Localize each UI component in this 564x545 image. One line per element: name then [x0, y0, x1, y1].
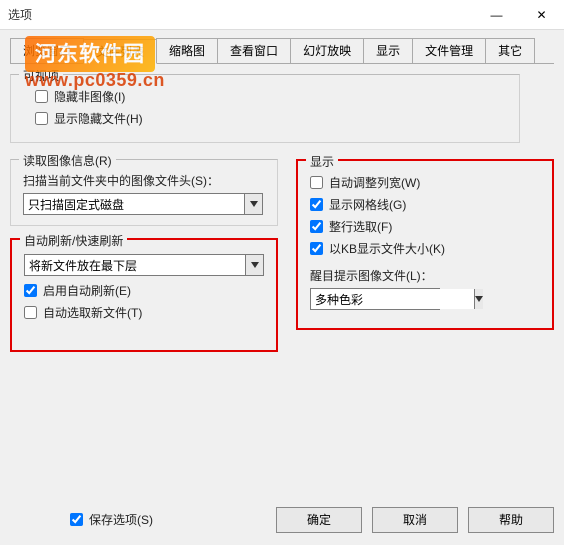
minimize-button[interactable]: — [474, 0, 519, 30]
window-title: 选项 [8, 6, 474, 23]
group-visible: 可视项 隐藏非图像(I) 显示隐藏文件(H) [10, 74, 520, 143]
full-row-checkbox[interactable] [310, 220, 323, 233]
auto-select-new-checkbox[interactable] [24, 306, 37, 319]
scan-label: 扫描当前文件夹中的图像文件头(S)： [23, 172, 265, 189]
highlight-combo-input[interactable] [311, 289, 474, 309]
tab-thumbnail[interactable]: 缩略图 [156, 38, 218, 63]
tab-strip: 浏览窗口 文件列表 缩略图 查看窗口 幻灯放映 显示 文件管理 其它 [10, 38, 554, 64]
group-display-legend: 显示 [306, 153, 338, 170]
group-display: 显示 自动调整列宽(W) 显示网格线(G) 整行选取(F) 以KB显示文件大小(… [296, 159, 554, 330]
full-row-label: 整行选取(F) [329, 218, 392, 235]
auto-width-checkbox[interactable] [310, 176, 323, 189]
tab-other[interactable]: 其它 [485, 38, 535, 63]
close-button[interactable]: ✕ [519, 0, 564, 30]
kb-size-checkbox[interactable] [310, 242, 323, 255]
highlight-combo[interactable] [310, 288, 440, 310]
placement-combo-input[interactable] [25, 255, 245, 275]
group-visible-legend: 可视项 [19, 67, 63, 84]
highlight-combo-dropdown[interactable] [474, 289, 483, 309]
scan-combo[interactable] [23, 193, 263, 215]
scan-combo-dropdown[interactable] [244, 194, 262, 214]
hide-non-image-label: 隐藏非图像(I) [54, 88, 125, 105]
tab-display[interactable]: 显示 [363, 38, 413, 63]
show-grid-checkbox[interactable] [310, 198, 323, 211]
save-options-label: 保存选项(S) [89, 511, 153, 528]
save-options-checkbox[interactable] [70, 513, 83, 526]
chevron-down-icon [251, 262, 259, 268]
tab-slideshow[interactable]: 幻灯放映 [290, 38, 364, 63]
group-refresh: 自动刷新/快速刷新 启用自动刷新(E) 自动选取新文件(T) [10, 238, 278, 352]
tab-file-list[interactable]: 文件列表 [83, 39, 157, 64]
group-read-info-legend: 读取图像信息(R) [19, 152, 116, 169]
enable-auto-refresh-label: 启用自动刷新(E) [43, 282, 131, 299]
tab-browse-window[interactable]: 浏览窗口 [10, 38, 84, 63]
auto-width-label: 自动调整列宽(W) [329, 174, 420, 191]
placement-combo-dropdown[interactable] [245, 255, 263, 275]
chevron-down-icon [250, 201, 258, 207]
scan-combo-input[interactable] [24, 194, 244, 214]
hide-non-image-checkbox[interactable] [35, 90, 48, 103]
placement-combo[interactable] [24, 254, 264, 276]
tab-view-window[interactable]: 查看窗口 [217, 38, 291, 63]
show-hidden-label: 显示隐藏文件(H) [54, 110, 143, 127]
group-refresh-legend: 自动刷新/快速刷新 [20, 232, 127, 249]
chevron-down-icon [475, 296, 483, 302]
kb-size-label: 以KB显示文件大小(K) [329, 240, 445, 257]
auto-select-new-label: 自动选取新文件(T) [43, 304, 142, 321]
show-grid-label: 显示网格线(G) [329, 196, 406, 213]
tab-file-manage[interactable]: 文件管理 [412, 38, 486, 63]
cancel-button[interactable]: 取消 [372, 507, 458, 533]
enable-auto-refresh-checkbox[interactable] [24, 284, 37, 297]
highlight-label: 醒目提示图像文件(L)： [310, 267, 540, 284]
show-hidden-checkbox[interactable] [35, 112, 48, 125]
ok-button[interactable]: 确定 [276, 507, 362, 533]
help-button[interactable]: 帮助 [468, 507, 554, 533]
group-read-info: 读取图像信息(R) 扫描当前文件夹中的图像文件头(S)： [10, 159, 278, 226]
